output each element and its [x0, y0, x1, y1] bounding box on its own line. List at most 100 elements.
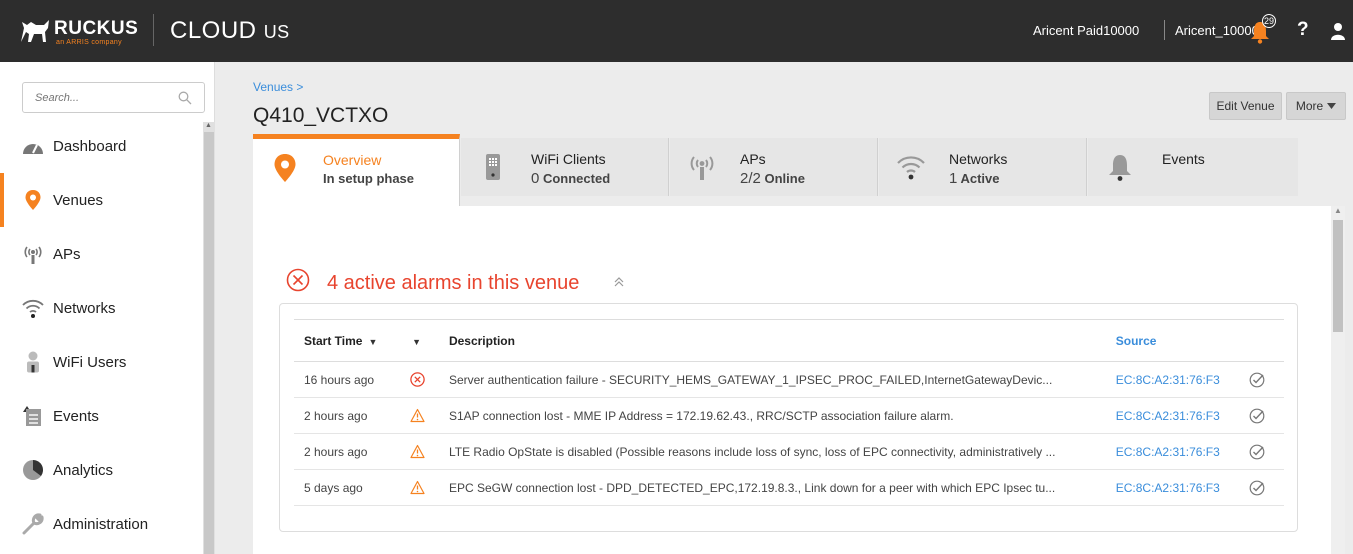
- bell-icon: [1109, 155, 1131, 181]
- column-header-description[interactable]: Description: [448, 319, 1116, 362]
- tab-status: Connected: [542, 171, 611, 186]
- client-device-icon: [486, 154, 500, 180]
- severity-cell: [406, 397, 449, 434]
- alarm-time: 16 hours ago: [294, 361, 407, 398]
- acknowledge-check-icon[interactable]: [1249, 372, 1265, 388]
- sidebar-item-aps[interactable]: APs: [0, 227, 203, 281]
- sidebar-item-events[interactable]: Events: [0, 389, 203, 443]
- tab-title: APs: [740, 151, 766, 167]
- venue-pin-icon: [274, 154, 296, 182]
- scroll-up-arrow-icon[interactable]: ▲: [205, 122, 212, 129]
- alarm-source-link[interactable]: EC:8C:A2:31:76:F3: [1115, 469, 1244, 506]
- sidebar-item-label: Networks: [53, 299, 116, 317]
- search-input[interactable]: [35, 83, 175, 112]
- alarms-header: 4 active alarms in this venue: [286, 265, 624, 295]
- acknowledge-check-icon[interactable]: [1249, 408, 1265, 424]
- ack-cell: [1243, 397, 1284, 434]
- tab-title: Overview: [323, 152, 382, 168]
- alarm-time: 5 days ago: [294, 469, 407, 506]
- alarm-description: EPC SeGW connection lost - DPD_DETECTED_…: [448, 469, 1116, 506]
- sidebar-item-venues[interactable]: Venues: [0, 173, 203, 227]
- severity-cell: [406, 469, 449, 506]
- sidebar-item-analytics[interactable]: Analytics: [0, 443, 203, 497]
- sidebar-item-label: Events: [53, 407, 99, 425]
- cloud-region: US: [263, 22, 290, 42]
- tab-wifi-clients[interactable]: WiFi Clients 0 Connected: [461, 138, 669, 196]
- alarm-source-link[interactable]: EC:8C:A2:31:76:F3: [1115, 361, 1244, 398]
- sidebar-search[interactable]: [22, 82, 205, 113]
- alarms-panel: Start Time ▼ ▼ Description Source 16 hour…: [279, 303, 1298, 532]
- severity-filter-caret-icon: ▼: [412, 336, 422, 347]
- tab-status: Active: [960, 171, 1000, 186]
- severity-cell: [406, 433, 449, 470]
- cloud-title: CLOUD US: [170, 17, 290, 45]
- content-scroll-thumb[interactable]: [1333, 220, 1343, 332]
- sidebar-item-dashboard[interactable]: Dashboard: [0, 119, 203, 173]
- table-row[interactable]: 2 hours ago S1AP connection lost - MME I…: [294, 397, 1284, 434]
- edit-venue-button[interactable]: Edit Venue: [1209, 92, 1282, 120]
- acknowledge-check-icon[interactable]: [1249, 444, 1265, 460]
- table-row[interactable]: 2 hours ago LTE Radio OpState is disable…: [294, 433, 1284, 470]
- tab-networks[interactable]: Networks 1 Active: [879, 138, 1087, 196]
- search-icon[interactable]: [178, 91, 192, 105]
- sidebar-item-label: Venues: [53, 191, 104, 209]
- ruckus-logo[interactable]: RUCKUS an ARRIS company: [18, 14, 143, 48]
- sidebar-item-label: Administration: [53, 515, 149, 533]
- tab-count: 0: [531, 170, 540, 187]
- tab-status: Online: [764, 171, 805, 186]
- logo-divider: [153, 14, 154, 46]
- more-button[interactable]: More: [1286, 92, 1346, 120]
- sidebar-scrollbar[interactable]: ▲: [203, 122, 215, 554]
- sidebar-item-wifi-users[interactable]: WiFi Users: [0, 335, 203, 389]
- logo-subtext: an ARRIS company: [56, 39, 122, 46]
- warning-triangle-icon: [410, 444, 425, 459]
- table-row[interactable]: 16 hours ago Server authentication failu…: [294, 361, 1284, 398]
- sidebar: Dashboard Venues APs Networks: [0, 62, 215, 554]
- user-profile-icon[interactable]: [1330, 22, 1346, 40]
- ap-icon: [24, 246, 42, 264]
- content-scrollbar[interactable]: ▲: [1331, 206, 1345, 554]
- warning-triangle-icon: [410, 480, 425, 495]
- alarm-time: 2 hours ago: [294, 397, 407, 434]
- alarm-source-link[interactable]: EC:8C:A2:31:76:F3: [1115, 397, 1244, 434]
- tab-subtitle: 1 Active: [949, 170, 1000, 187]
- help-icon[interactable]: ?: [1297, 19, 1309, 41]
- venue-pin-icon: [25, 190, 41, 210]
- ruckus-dog-icon: [21, 20, 49, 42]
- tab-title: Networks: [949, 151, 1008, 167]
- column-header-severity[interactable]: ▼: [406, 319, 449, 362]
- alarm-description: S1AP connection lost - MME IP Address = …: [448, 397, 1116, 434]
- tab-count: 1: [949, 170, 958, 187]
- sidebar-item-label: Dashboard: [53, 137, 127, 155]
- sidebar-item-label: WiFi Users: [53, 353, 127, 371]
- sidebar-item-networks[interactable]: Networks: [0, 281, 203, 335]
- tab-subtitle: 0 Connected: [531, 170, 610, 187]
- column-header-start-time[interactable]: Start Time ▼: [294, 319, 407, 362]
- column-header-label: Start Time: [304, 333, 363, 348]
- tab-overview[interactable]: Overview In setup phase: [253, 134, 460, 206]
- table-row[interactable]: 5 days ago EPC SeGW connection lost - DP…: [294, 469, 1284, 506]
- alarm-time: 2 hours ago: [294, 433, 407, 470]
- account-name[interactable]: Aricent Paid10000: [1033, 23, 1139, 38]
- breadcrumb[interactable]: Venues >: [253, 80, 303, 94]
- scroll-up-arrow-icon[interactable]: ▲: [1334, 206, 1342, 215]
- tenant-name[interactable]: Aricent_10000: [1175, 23, 1259, 38]
- tab-events[interactable]: Events: [1088, 138, 1298, 196]
- sidebar-item-administration[interactable]: Administration: [0, 497, 203, 551]
- collapse-chevron-up-icon[interactable]: [614, 276, 624, 288]
- tab-subtitle: 2/2 Online: [740, 170, 805, 187]
- more-button-label: More: [1295, 99, 1324, 113]
- tab-title: WiFi Clients: [531, 151, 606, 167]
- page-title: Q410_VCTXO: [253, 104, 389, 127]
- ap-icon: [690, 156, 714, 180]
- tab-subtitle: In setup phase: [323, 171, 415, 186]
- top-bar: RUCKUS an ARRIS company CLOUD US Aricent…: [0, 0, 1353, 62]
- sidebar-scroll-thumb[interactable]: [204, 132, 214, 554]
- tab-aps[interactable]: APs 2/2 Online: [670, 138, 878, 196]
- alarm-source-link[interactable]: EC:8C:A2:31:76:F3: [1115, 433, 1244, 470]
- wifi-icon: [897, 156, 925, 180]
- sidebar-item-label: APs: [53, 245, 81, 263]
- column-header-source[interactable]: Source: [1115, 319, 1244, 362]
- acknowledge-check-icon[interactable]: [1249, 480, 1265, 496]
- sidebar-item-label: Analytics: [53, 461, 114, 479]
